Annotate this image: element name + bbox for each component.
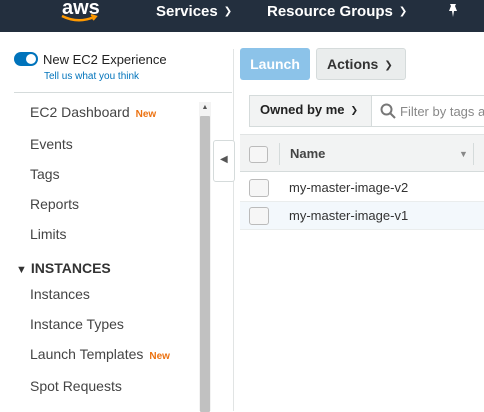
row-checkbox[interactable] — [249, 207, 269, 225]
services-label: Services — [156, 3, 218, 20]
chevron-down-icon: ❯ — [398, 6, 408, 17]
sidebar-item-label: Instances — [30, 286, 90, 302]
sidebar-item-label: Instance Types — [30, 316, 124, 332]
new-badge: New — [149, 351, 170, 362]
sidebar-item-label: Tags — [30, 166, 60, 182]
sidebar-item-label: Launch Templates — [30, 346, 144, 362]
top-navigation-bar: aws Services ❯ Resource Groups ❯ — [0, 0, 484, 32]
new-badge: New — [135, 109, 157, 120]
services-menu[interactable]: Services ❯ — [156, 3, 232, 23]
launch-button[interactable]: Launch — [240, 48, 310, 80]
sidebar-item-label: Reports — [30, 196, 80, 212]
column-separator — [473, 143, 474, 165]
sidebar-item-ec2-dashboard[interactable]: EC2 Dashboard New — [30, 104, 156, 120]
sidebar-scrollbar[interactable]: ▲ — [199, 102, 211, 412]
aws-logo[interactable]: aws — [58, 0, 104, 26]
scrollbar-thumb[interactable] — [200, 116, 210, 412]
column-separator — [279, 143, 280, 165]
owner-filter-select[interactable]: Owned by me ❯ — [250, 96, 372, 126]
aws-smile-icon — [61, 14, 98, 22]
sidebar-item-label: Events — [30, 136, 73, 152]
pin-icon[interactable] — [446, 3, 460, 19]
table-header: Name ▼ — [240, 134, 484, 172]
sidebar-border — [233, 49, 234, 411]
feedback-link[interactable]: Tell us what you think — [44, 71, 139, 82]
chevron-down-icon: ❯ — [350, 105, 359, 115]
sidebar-item-limits[interactable]: Limits — [30, 226, 67, 242]
owner-filter-value: Owned by me — [260, 102, 345, 117]
search-icon — [380, 103, 396, 119]
divider — [14, 92, 232, 93]
sidebar: New EC2 Experience Tell us what you thin… — [0, 32, 232, 412]
resource-groups-label: Resource Groups — [267, 3, 393, 20]
caret-left-icon: ◀ — [220, 154, 228, 165]
sidebar-item-label: Spot Requests — [30, 378, 122, 394]
chevron-down-icon: ❯ — [384, 60, 393, 71]
actions-label: Actions — [327, 56, 379, 72]
caret-down-icon: ▼ — [16, 264, 27, 276]
sidebar-section-instances[interactable]: ▼ INSTANCES — [16, 260, 111, 276]
sidebar-item-label: Limits — [30, 226, 67, 242]
new-experience-label: New EC2 Experience — [43, 52, 167, 67]
new-experience-toggle[interactable] — [14, 52, 38, 66]
sidebar-item-launch-templates[interactable]: Launch Templates New — [30, 346, 170, 362]
sidebar-item-label: EC2 Dashboard — [30, 104, 130, 120]
filter-bar: Owned by me ❯ — [249, 95, 484, 127]
sidebar-item-tags[interactable]: Tags — [30, 166, 60, 182]
ami-name-cell: my-master-image-v2 — [289, 180, 409, 195]
scroll-up-icon[interactable]: ▲ — [199, 102, 211, 114]
sidebar-item-reports[interactable]: Reports — [30, 196, 79, 212]
collapse-sidebar-button[interactable]: ◀ — [213, 140, 235, 182]
section-label: INSTANCES — [30, 260, 111, 276]
resource-groups-menu[interactable]: Resource Groups ❯ — [267, 3, 407, 23]
sort-icon[interactable]: ▼ — [459, 149, 468, 159]
sidebar-item-instances[interactable]: Instances — [30, 286, 90, 302]
sidebar-item-events[interactable]: Events — [30, 136, 73, 152]
column-header-name[interactable]: Name — [290, 146, 325, 161]
actions-button[interactable]: Actions ❯ — [316, 48, 406, 80]
row-checkbox[interactable] — [249, 179, 269, 197]
search-input[interactable] — [400, 99, 484, 123]
sidebar-item-spot-requests[interactable]: Spot Requests — [30, 378, 122, 394]
ami-name-cell: my-master-image-v1 — [289, 208, 409, 223]
table-row[interactable]: my-master-image-v1 — [240, 202, 484, 230]
chevron-down-icon: ❯ — [223, 6, 233, 17]
sidebar-item-instance-types[interactable]: Instance Types — [30, 316, 124, 332]
select-all-checkbox[interactable] — [249, 146, 268, 163]
table-row[interactable]: my-master-image-v2 — [240, 174, 484, 202]
